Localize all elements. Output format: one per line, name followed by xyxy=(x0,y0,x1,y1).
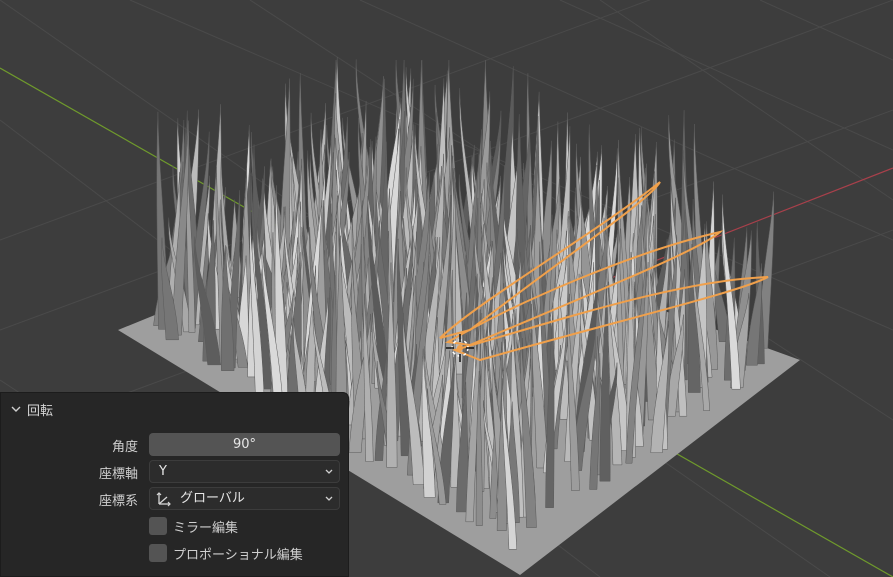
mirror-edit-label: ミラー編集 xyxy=(173,520,239,536)
proportional-edit-label: プロポーショナル編集 xyxy=(173,547,303,563)
mirror-edit-checkbox[interactable] xyxy=(149,517,167,535)
chevron-down-icon xyxy=(325,496,333,501)
proportional-edit-checkbox[interactable] xyxy=(149,544,167,562)
angle-row: 角度 90° xyxy=(1,433,350,457)
orientation-select[interactable]: グローバル xyxy=(149,487,340,510)
grid-line xyxy=(559,0,893,151)
angle-label: 角度 xyxy=(111,440,138,455)
grid-line xyxy=(759,0,893,61)
orientation-row: 座標系 グローバル xyxy=(1,487,350,511)
mirror-edit-checkbox-row[interactable]: ミラー編集 xyxy=(149,516,238,536)
axis-select[interactable]: Y xyxy=(149,460,340,483)
chevron-down-icon xyxy=(11,406,21,412)
orientation-label: 座標系 xyxy=(98,494,138,509)
axis-value: Y xyxy=(159,464,167,479)
3d-viewport[interactable]: 回転 角度 90° 座標軸 Y 座標系 グローバル ミラー編集 プロポーショナル… xyxy=(0,0,893,577)
panel-title: 回転 xyxy=(27,403,54,419)
redo-last-operator-panel[interactable]: 回転 角度 90° 座標軸 Y 座標系 グローバル ミラー編集 プロポーショナル… xyxy=(0,392,349,577)
axis-label: 座標軸 xyxy=(98,467,138,482)
transform-orientation-icon xyxy=(156,492,171,507)
panel-header[interactable]: 回転 xyxy=(9,399,53,419)
orientation-value: グローバル xyxy=(180,491,245,506)
angle-field[interactable]: 90° xyxy=(149,433,340,456)
proportional-edit-checkbox-row[interactable]: プロポーショナル編集 xyxy=(149,543,303,563)
chevron-down-icon xyxy=(325,469,333,474)
axis-row: 座標軸 Y xyxy=(1,460,350,484)
